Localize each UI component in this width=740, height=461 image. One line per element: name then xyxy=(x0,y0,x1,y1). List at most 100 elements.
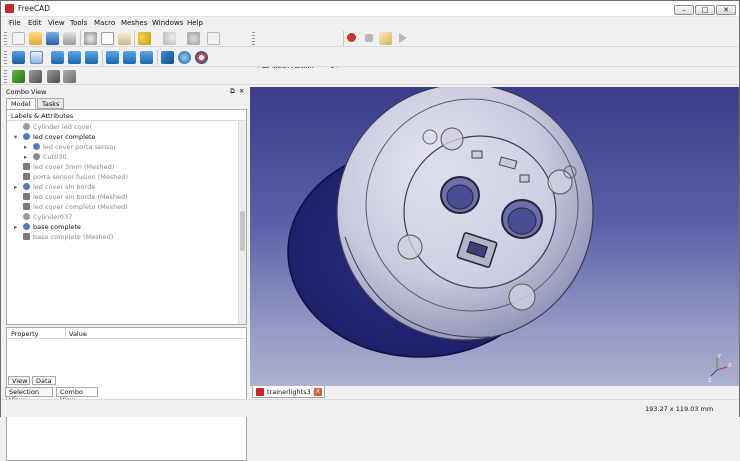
toolbar-grip[interactable] xyxy=(4,70,7,83)
close-document-icon[interactable]: × xyxy=(314,388,322,396)
cut-icon xyxy=(33,153,40,160)
menu-windows[interactable]: Windows xyxy=(152,19,183,27)
tree-item[interactable]: led cover 3mm (Meshed) xyxy=(23,162,114,172)
tab-view[interactable]: View xyxy=(8,376,30,385)
toolbar-grip[interactable] xyxy=(252,32,255,45)
view-rear-icon[interactable] xyxy=(106,51,119,64)
menu-edit[interactable]: Edit xyxy=(28,19,42,27)
fit-all-icon[interactable] xyxy=(12,51,25,64)
collapse-arrow-icon[interactable]: ▸ xyxy=(14,182,17,192)
tab-combo-view[interactable]: Combo View xyxy=(56,387,98,404)
menu-help[interactable]: Help xyxy=(187,19,203,27)
view-top-icon[interactable] xyxy=(68,51,81,64)
mesh-icon xyxy=(23,163,30,170)
toolbar-separator xyxy=(343,31,344,46)
mesh-icon xyxy=(23,173,30,180)
column-value: Value xyxy=(69,330,87,338)
model-tree: Labels & Attributes Cylinder led cover ▾ l… xyxy=(6,109,247,325)
scrollbar-thumb[interactable] xyxy=(240,211,245,251)
tree-item[interactable]: ▸ base complete xyxy=(14,222,81,232)
tree-item-label: porta sensor fusion (Meshed) xyxy=(33,173,129,181)
title-bar: FreeCAD – □ ✕ xyxy=(1,1,739,17)
zoom-icon[interactable] xyxy=(178,51,191,64)
tab-data[interactable]: Data xyxy=(32,376,56,385)
menu-tools[interactable]: Tools xyxy=(70,19,87,27)
tree-item[interactable]: ▸ Cut030 xyxy=(24,152,67,162)
whats-this-icon[interactable] xyxy=(207,32,220,45)
column-property: Property xyxy=(11,330,39,338)
measure-distance-icon[interactable] xyxy=(161,51,174,64)
menu-view[interactable]: View xyxy=(48,19,65,27)
tree-scrollbar[interactable] xyxy=(238,121,246,324)
copy-icon[interactable] xyxy=(101,32,114,45)
window-title: FreeCAD xyxy=(18,4,51,13)
tree-item[interactable]: Cylinder037 xyxy=(23,212,72,222)
redo-icon[interactable] xyxy=(163,32,176,45)
view-right-icon[interactable] xyxy=(85,51,98,64)
tab-selection-view[interactable]: Selection View xyxy=(5,387,53,404)
sensor-hole-right-inner xyxy=(507,207,537,235)
run-macro-icon[interactable] xyxy=(399,33,407,43)
toolbar-grip[interactable] xyxy=(4,32,7,45)
combo-view-title: Combo View xyxy=(6,88,47,96)
undo-icon[interactable] xyxy=(138,32,151,45)
3d-viewport[interactable]: X Y Z xyxy=(250,87,739,386)
axis-cross-icon: X Y Z xyxy=(708,354,732,384)
collapse-arrow-icon[interactable]: ▸ xyxy=(14,222,17,232)
document-tab[interactable]: trainerlights3 : 1 × xyxy=(252,386,325,398)
minimize-button[interactable]: – xyxy=(674,5,694,15)
mount-boss xyxy=(508,283,536,311)
view-bottom-icon[interactable] xyxy=(123,51,136,64)
save-icon[interactable] xyxy=(46,32,59,45)
view-front-icon[interactable] xyxy=(51,51,64,64)
menu-meshes[interactable]: Meshes xyxy=(121,19,147,27)
tree-item[interactable]: ▾ led cover complete xyxy=(14,132,96,142)
open-folder-icon[interactable] xyxy=(29,32,42,45)
collapse-arrow-icon[interactable]: ▸ xyxy=(24,152,27,162)
tree-item[interactable]: ▸ led cover sin borde xyxy=(14,182,95,192)
close-button[interactable]: ✕ xyxy=(716,5,736,15)
tree-item[interactable]: ▸ led cover porta sensor xyxy=(24,142,116,152)
tree-item[interactable]: base complete (Meshed) xyxy=(23,232,113,242)
menu-file[interactable]: File xyxy=(9,19,21,27)
refresh-icon[interactable] xyxy=(187,32,200,45)
tree-item-label: base complete xyxy=(33,223,81,231)
tab-tasks[interactable]: Tasks xyxy=(37,98,64,109)
mount-boss xyxy=(547,169,573,195)
expand-arrow-icon[interactable]: ▾ xyxy=(14,132,17,142)
tree-item[interactable]: led cover completo (Meshed) xyxy=(23,202,128,212)
sensor-hole-left-inner xyxy=(446,184,474,210)
tree-item[interactable]: Cylinder led cover xyxy=(23,122,92,132)
menu-macro[interactable]: Macro xyxy=(94,19,115,27)
stop-macro-icon[interactable] xyxy=(365,34,373,42)
paste-icon[interactable] xyxy=(118,32,131,45)
new-document-icon[interactable] xyxy=(12,32,25,45)
tab-model[interactable]: Model xyxy=(6,98,36,109)
file-toolbar: Mesh Design ▾ xyxy=(1,30,739,73)
tree-item-label: base complete (Meshed) xyxy=(33,233,114,241)
maximize-button[interactable]: □ xyxy=(695,5,715,15)
freecad-logo-icon xyxy=(5,4,14,13)
import-mesh-icon[interactable] xyxy=(12,70,25,83)
collapse-arrow-icon[interactable]: ▸ xyxy=(24,142,27,152)
view-left-icon[interactable] xyxy=(140,51,153,64)
float-panel-icon[interactable]: ⧉ xyxy=(230,87,235,96)
tree-item[interactable]: led cover sin borde (Meshed) xyxy=(23,192,128,202)
draw-style-icon[interactable] xyxy=(195,51,208,64)
cylinder-icon xyxy=(23,123,30,130)
close-panel-icon[interactable]: ✕ xyxy=(239,87,244,95)
tree-item-label: led cover sin borde (Meshed) xyxy=(33,193,128,201)
view-toolbar xyxy=(1,48,739,67)
toolbar-grip[interactable] xyxy=(4,51,7,64)
column-divider xyxy=(65,328,66,338)
tree-item[interactable]: porta sensor fusion (Meshed) xyxy=(23,172,128,182)
print-icon[interactable] xyxy=(63,32,76,45)
cut-icon[interactable] xyxy=(84,32,97,45)
export-mesh-icon[interactable] xyxy=(29,70,42,83)
record-macro-icon[interactable] xyxy=(347,33,356,42)
mesh-tools-icon[interactable] xyxy=(63,70,76,83)
mesh-from-shape-icon[interactable] xyxy=(47,70,60,83)
edit-macro-icon[interactable] xyxy=(379,32,392,45)
view-isometric-icon[interactable] xyxy=(30,51,43,64)
toolbar-separator xyxy=(80,31,81,46)
